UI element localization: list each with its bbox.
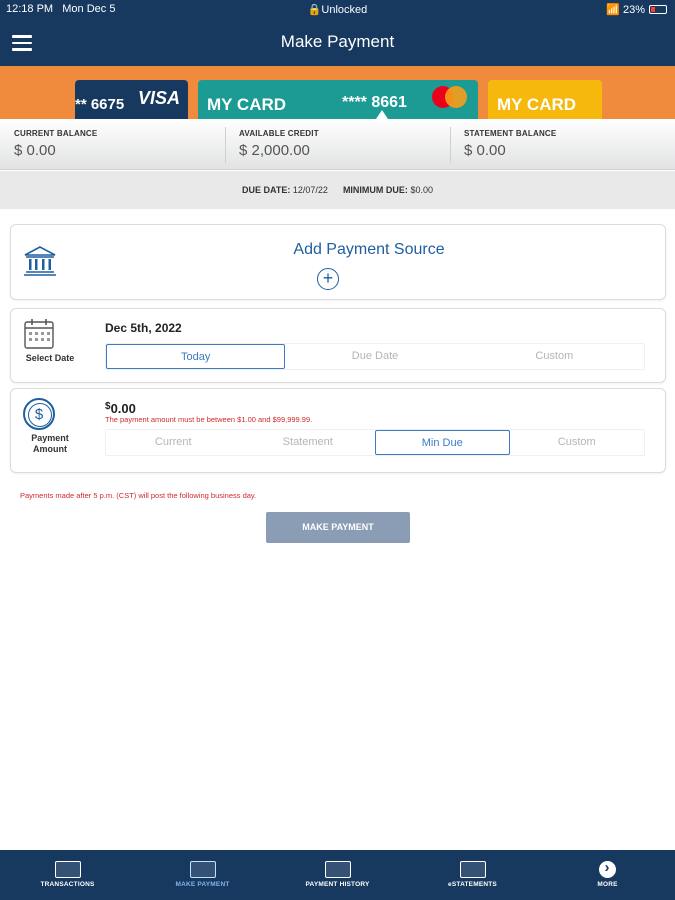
balance-label: AVAILABLE CREDIT [239, 129, 319, 138]
card-number: **** 8661 [342, 94, 407, 111]
nav-estatements[interactable]: eSTATEMENTS [405, 850, 540, 900]
card-visa[interactable]: ** 6675 VISA [75, 80, 188, 119]
card-number: ** 6675 [75, 96, 125, 113]
nav-make-payment[interactable]: MAKE PAYMENT [135, 850, 270, 900]
statement-balance: STATEMENT BALANCE $ 0.00 [450, 119, 675, 170]
add-payment-source-label[interactable]: Add Payment Source [11, 241, 675, 259]
balance-value: $ 0.00 [14, 142, 56, 159]
date-option-selector: Today Due Date Custom [105, 343, 645, 370]
status-battery: 📶 23% [606, 3, 667, 16]
payment-amount-label: Payment Amount [31, 433, 69, 454]
nav-transactions[interactable]: TRANSACTIONS [0, 850, 135, 900]
card-label: MY CARD [207, 95, 287, 114]
minimum-due-label: MINIMUM DUE: [342, 185, 408, 195]
payment-amount-panel: $ Payment Amount $0.00 The payment amount… [10, 388, 666, 473]
nav-label: PAYMENT HISTORY [305, 881, 370, 888]
amount-option-current[interactable]: Current [106, 430, 241, 455]
available-credit: AVAILABLE CREDIT $ 2,000.00 [225, 119, 450, 170]
nav-payment-history[interactable]: PAYMENT HISTORY [270, 850, 405, 900]
nav-more[interactable]: MORE [540, 850, 675, 900]
mastercard-logo-icon [432, 86, 468, 108]
bottom-nav: TRANSACTIONS MAKE PAYMENT PAYMENT HISTOR… [0, 850, 675, 900]
balance-value: $ 2,000.00 [239, 142, 310, 159]
card-payment-icon [189, 861, 216, 878]
date-option-custom[interactable]: Custom [465, 344, 644, 369]
current-balance: CURRENT BALANCE $ 0.00 [0, 119, 225, 170]
nav-label: MAKE PAYMENT [175, 881, 230, 888]
select-date-label: Select Date [25, 353, 75, 363]
make-payment-button[interactable]: MAKE PAYMENT [266, 512, 410, 543]
selected-card-pointer-icon [376, 110, 388, 119]
due-date-value: 12/07/22 [292, 185, 328, 195]
nav-label: TRANSACTIONS [40, 881, 95, 888]
amount-error-message: The payment amount must be between $1.00… [105, 415, 313, 424]
balance-value: $ 0.00 [464, 142, 506, 159]
select-date-panel: Select Date Dec 5th, 2022 Today Due Date… [10, 308, 666, 383]
due-info-bar: DUE DATE: 12/07/22 MINIMUM DUE: $0.00 [0, 171, 675, 209]
cutoff-notice: Payments made after 5 p.m. (CST) will po… [20, 491, 257, 500]
card-label: MY CARD [497, 95, 577, 114]
minimum-due-value: $0.00 [410, 185, 433, 195]
statement-icon [459, 861, 486, 878]
page-title: Make Payment [280, 32, 395, 51]
payment-amount-value[interactable]: $0.00 [105, 401, 136, 416]
date-option-today[interactable]: Today [106, 344, 286, 369]
balance-label: CURRENT BALANCE [14, 129, 98, 138]
selected-date-value: Dec 5th, 2022 [105, 321, 182, 335]
card-selected[interactable]: MY CARD **** 8661 [198, 80, 478, 119]
add-payment-source-panel[interactable]: Add Payment Source + [10, 224, 666, 300]
more-icon [599, 859, 616, 878]
keyboard-icon [324, 861, 351, 878]
amount-option-statement[interactable]: Statement [241, 430, 376, 455]
visa-logo: VISA [137, 88, 180, 108]
status-lock: 🔒Unlocked [307, 4, 368, 16]
due-date-label: DUE DATE: [242, 185, 291, 195]
amount-option-selector: Current Statement Min Due Custom [105, 429, 645, 456]
card-carousel[interactable]: ** 6675 VISA MY CARD **** 8661 MY CARD [0, 66, 675, 119]
card-icon [54, 861, 81, 878]
calendar-icon [24, 319, 54, 349]
status-bar: 12:18 PM Mon Dec 5 🔒Unlocked 📶 23% [0, 0, 675, 18]
balance-label: STATEMENT BALANCE [464, 129, 557, 138]
date-option-due-date[interactable]: Due Date [285, 344, 464, 369]
nav-label: eSTATEMENTS [448, 881, 497, 888]
battery-icon [649, 5, 667, 14]
amount-option-min-due[interactable]: Min Due [375, 430, 510, 455]
add-circle-icon[interactable]: + [317, 268, 339, 290]
app-header: 12:18 PM Mon Dec 5 🔒Unlocked 📶 23% Make … [0, 0, 675, 66]
dollar-icon: $ [23, 398, 55, 430]
card-next[interactable]: MY CARD [488, 80, 602, 119]
balance-summary: CURRENT BALANCE $ 0.00 AVAILABLE CREDIT … [0, 119, 675, 170]
amount-option-custom[interactable]: Custom [510, 430, 645, 455]
nav-label: MORE [597, 881, 618, 888]
